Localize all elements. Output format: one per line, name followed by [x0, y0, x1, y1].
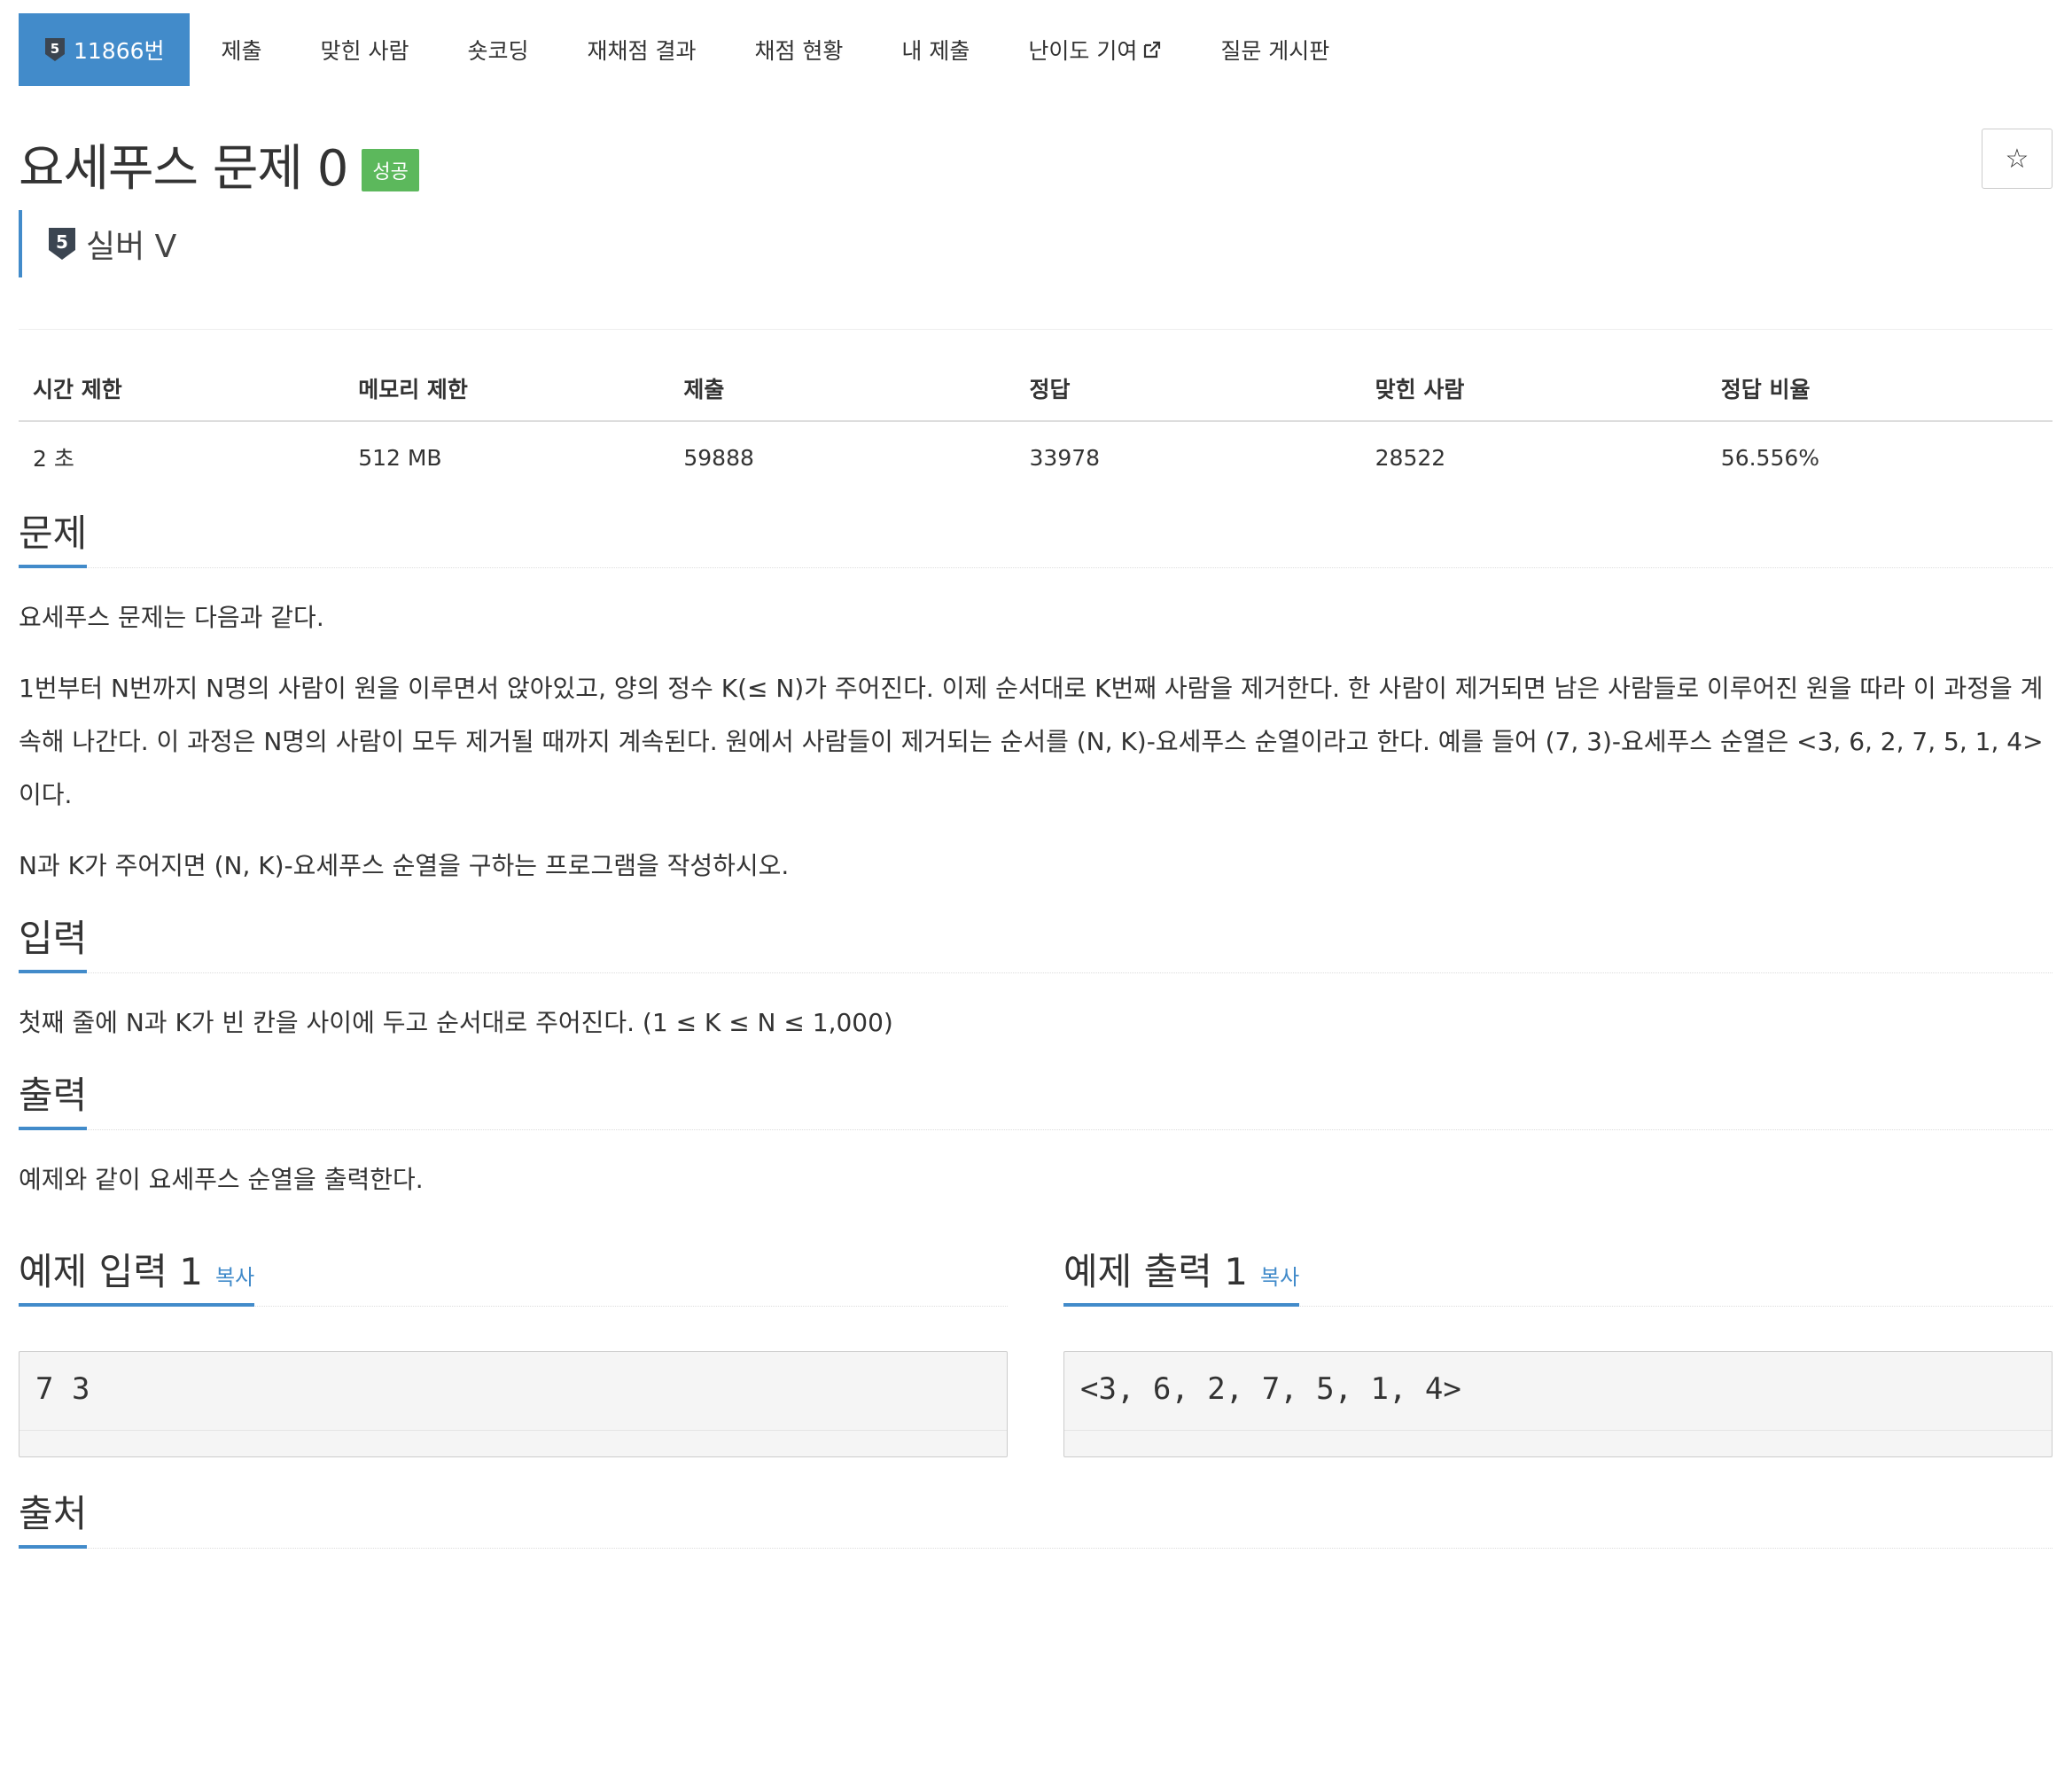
- sample-input-head: 예제 입력 1 복사: [19, 1242, 1008, 1307]
- nav-tab-submit[interactable]: 제출: [190, 13, 292, 86]
- nav-tab-label: 11866번: [74, 38, 165, 64]
- section-output-head: 출력: [19, 1071, 2053, 1130]
- header-accepted: 정답: [1015, 372, 1361, 422]
- nav-tab-problem[interactable]: 5 11866번: [19, 13, 190, 86]
- nav-tab-difficulty[interactable]: 난이도 기여: [999, 13, 1191, 86]
- copy-sample-input-link[interactable]: 복사: [215, 1265, 254, 1290]
- nav-tab-my-submissions[interactable]: 내 제출: [872, 13, 999, 86]
- header-accept-ratio: 정답 비율: [1706, 372, 2053, 422]
- sample-input-box: 7 3: [19, 1351, 1008, 1457]
- header-solved-users: 맞힌 사람: [1360, 372, 1707, 422]
- sample-output-code: <3, 6, 2, 7, 5, 1, 4>: [1064, 1352, 2052, 1431]
- section-input-heading: 입력: [19, 920, 88, 973]
- sample-input-code: 7 3: [19, 1352, 1007, 1431]
- tier-shield-icon: 5: [43, 36, 66, 63]
- section-source-head: 출처: [19, 1489, 2053, 1549]
- sample-output-heading: 예제 출력 1 복사: [1063, 1253, 1300, 1307]
- nav-tab-solved-users[interactable]: 맞힌 사람: [292, 13, 439, 86]
- value-solved-users: 28522: [1375, 444, 1446, 471]
- value-memory-limit: 512 MB: [358, 444, 442, 471]
- nav-tab-short-coding[interactable]: 숏코딩: [439, 13, 558, 86]
- table-row: 2 초 512 MB 59888 33978 28522 56.556%: [19, 421, 2053, 473]
- sample-output-panel: 예제 출력 1 복사 <3, 6, 2, 7, 5, 1, 4>: [1063, 1242, 2053, 1457]
- sample-input-panel: 예제 입력 1 복사 7 3: [19, 1242, 1008, 1457]
- input-description: 첫째 줄에 N과 K가 빈 칸을 사이에 두고 순서대로 주어진다. (1 ≤ …: [19, 996, 2053, 1050]
- sample-input-heading: 예제 입력 1 복사: [19, 1253, 255, 1307]
- status-badge: 성공: [362, 149, 419, 191]
- problem-description: 요세푸스 문제는 다음과 같다. 1번부터 N번까지 N명의 사람이 원을 이루…: [19, 591, 2053, 893]
- problem-nav: 5 11866번 제출 맞힌 사람 숏코딩 재채점 결과 채점 현황 내 제출 …: [19, 13, 2053, 86]
- value-time-limit: 2 초: [33, 446, 74, 472]
- sample-output-head: 예제 출력 1 복사: [1063, 1242, 2053, 1307]
- header-memory-limit: 메모리 제한: [344, 372, 670, 422]
- paragraph: 예제와 같이 요세푸스 순열을 출력한다.: [19, 1165, 424, 1194]
- nav-tab-rejudge[interactable]: 재채점 결과: [558, 13, 726, 86]
- divider: [19, 329, 2053, 330]
- section-output-heading: 출력: [19, 1077, 88, 1130]
- section-input-head: 입력: [19, 914, 2053, 973]
- favorite-star-button[interactable]: ☆: [1982, 129, 2053, 189]
- paragraph: 1번부터 N번까지 N명의 사람이 원을 이루면서 앉아있고, 양의 정수 K(…: [19, 674, 2044, 809]
- paragraph: 첫째 줄에 N과 K가 빈 칸을 사이에 두고 순서대로 주어진다. (1 ≤ …: [19, 1008, 893, 1037]
- nav-tab-label: 난이도 기여: [1028, 38, 1138, 64]
- problem-title: 요세푸스 문제 0: [19, 139, 348, 198]
- problem-info-table: 시간 제한 메모리 제한 제출 정답 맞힌 사람 정답 비율 2 초 512 M…: [19, 372, 2053, 473]
- star-icon: ☆: [2005, 144, 2029, 174]
- problem-tier: 5 실버 V: [19, 210, 2053, 277]
- sample-output-box: <3, 6, 2, 7, 5, 1, 4>: [1063, 1351, 2053, 1457]
- nav-tab-board[interactable]: 질문 게시판: [1191, 13, 1359, 86]
- paragraph: N과 K가 주어지면 (N, K)-요세푸스 순열을 구하는 프로그램을 작성하…: [19, 851, 790, 880]
- tier-shield-icon: 5: [47, 226, 77, 262]
- table-header-row: 시간 제한 메모리 제한 제출 정답 맞힌 사람 정답 비율: [19, 372, 2053, 422]
- problem-page: 5 11866번 제출 맞힌 사람 숏코딩 재채점 결과 채점 현황 내 제출 …: [19, 13, 2053, 1549]
- section-problem-head: 문제: [19, 509, 2053, 568]
- external-link-icon: [1142, 40, 1162, 59]
- copy-sample-output-link[interactable]: 복사: [1260, 1265, 1299, 1290]
- header-submissions: 제출: [669, 372, 1016, 422]
- section-problem-heading: 문제: [19, 515, 88, 568]
- tier-label: 실버 V: [86, 229, 177, 265]
- samples-row: 예제 입력 1 복사 7 3 예제 출력 1 복사 <3, 6, 2, 7, 5, …: [19, 1242, 2053, 1457]
- svg-text:5: 5: [51, 41, 59, 57]
- value-submissions: 59888: [683, 444, 754, 471]
- output-description: 예제와 같이 요세푸스 순열을 출력한다.: [19, 1153, 2053, 1206]
- svg-text:5: 5: [56, 231, 68, 253]
- section-source-heading: 출처: [19, 1495, 88, 1549]
- paragraph: 요세푸스 문제는 다음과 같다.: [19, 603, 324, 632]
- problem-title-row: 요세푸스 문제 0 성공 ☆: [19, 129, 2053, 199]
- value-accept-ratio: 56.556%: [1720, 444, 1820, 471]
- header-time-limit: 시간 제한: [19, 372, 345, 422]
- value-accepted: 33978: [1029, 444, 1101, 471]
- nav-tab-status[interactable]: 채점 현황: [725, 13, 872, 86]
